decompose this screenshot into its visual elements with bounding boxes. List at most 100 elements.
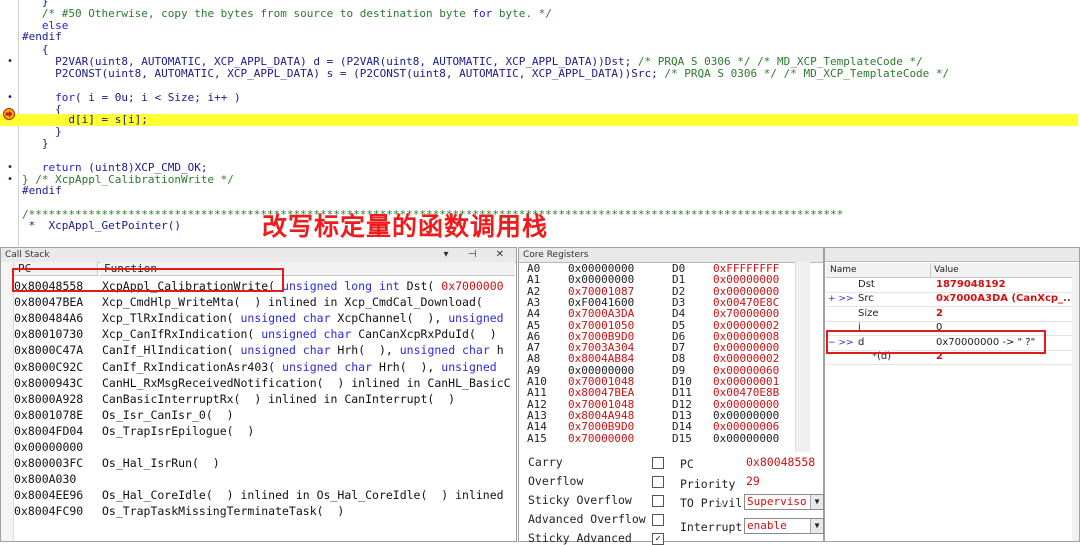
register-value[interactable]: 0x7000B9D0 (568, 421, 634, 432)
flag-checkbox[interactable]: ✓ (652, 533, 664, 545)
code-line[interactable]: P2CONST(uint8, AUTOMATIC, XCP_APPL_DATA)… (0, 68, 1078, 80)
register-value[interactable]: 0x70000000 (713, 308, 779, 319)
call-stack-row[interactable]: 0x80047BEA Xcp_CmdHlp_WriteMta( ) inlined… (14, 294, 514, 310)
call-stack-pc: 0x8000C92C (14, 359, 84, 374)
call-stack-row[interactable]: 0x8000C92C CanIf_RxIndicationAsr403( unsi… (14, 359, 514, 375)
call-stack-row[interactable]: 0x8004FD04 Os_TrapIsrEpilogue( ) (14, 423, 514, 439)
register-value[interactable]: 0x8004AB84 (568, 353, 634, 364)
call-stack-function: Xcp_CanIfRxIndication( unsigned char Can… (102, 327, 497, 342)
breakpoint-dot[interactable] (2, 31, 18, 43)
watch-row[interactable]: + >> Src 0x7000A3DA (CanXcp_... (826, 292, 1072, 308)
chevron-down-icon: ▼ (810, 519, 823, 533)
breakpoint-dot[interactable] (2, 68, 18, 80)
pc-value: 0x80048558 (746, 455, 816, 469)
code-line[interactable]: #endif (0, 185, 1078, 197)
expand-icon[interactable]: + >> (828, 292, 853, 306)
watch-row[interactable]: Size 2 (826, 307, 1072, 322)
call-stack-row[interactable]: 0x8000943C CanHL_RxMsgReceivedNotificatio… (14, 375, 514, 391)
breakpoint-dot[interactable] (2, 80, 18, 92)
call-stack-function: CanIf_RxIndicationAsr403( unsigned char … (102, 359, 497, 374)
call-stack-row[interactable]: 0x80010730 Xcp_CanIfRxIndication( unsigne… (14, 326, 514, 342)
registers-scrollbar[interactable] (795, 262, 810, 452)
register-value[interactable]: 0x80047BEA (568, 387, 634, 398)
call-stack-pc: 0x800484A6 (14, 311, 84, 326)
watch-column-name[interactable]: Name (830, 263, 857, 277)
code-line[interactable]: d[i] = s[i]; (0, 114, 1078, 126)
call-stack-row[interactable]: 0x8004FC90 Os_TrapTaskMissingTerminateTas… (14, 503, 514, 519)
flag-label: Carry (528, 455, 563, 469)
breakpoint-dot[interactable] (2, 220, 18, 232)
watermark-icon: ∞ (718, 498, 725, 511)
to-privilege-select[interactable]: Superviso ▼ (744, 494, 824, 510)
register-name: D1 (672, 273, 686, 287)
register-name: A4 (527, 307, 541, 321)
register-value[interactable]: 0x00000002 (713, 320, 779, 331)
interrupt-select[interactable]: enable ▼ (744, 518, 824, 534)
register-value[interactable]: 0x00000002 (713, 353, 779, 364)
register-value[interactable]: 0x00000000 (568, 274, 634, 285)
breakpoint-dot[interactable] (2, 126, 18, 138)
breakpoint-dot[interactable] (2, 150, 18, 162)
breakpoint-dot[interactable]: • (2, 56, 18, 68)
register-value[interactable]: 0x00470E8B (713, 387, 779, 398)
register-name: A15 (527, 431, 547, 445)
breakpoint-dot[interactable] (2, 185, 18, 197)
call-stack-pc: 0x8000A928 (14, 391, 84, 406)
code-line[interactable]: #endif (0, 31, 1078, 43)
register-value[interactable]: 0x70000000 (568, 433, 634, 444)
code-line[interactable]: /* #50 Otherwise, copy the bytes from so… (0, 8, 1078, 20)
call-stack-pc: 0x8004EE96 (14, 488, 84, 503)
register-name: D11 (672, 386, 692, 400)
breakpoint-dot[interactable] (2, 0, 18, 8)
watch-scrollbar[interactable] (1072, 263, 1079, 541)
register-value[interactable]: 0x00000006 (713, 421, 779, 432)
code-editor[interactable]: } /* #50 Otherwise, copy the bytes from … (0, 0, 1080, 246)
code-text: * XcpAppl_GetPointer() (22, 219, 181, 232)
call-stack-row[interactable]: 0x00000000 (14, 439, 514, 455)
watch-column-value[interactable]: Value (934, 263, 959, 277)
call-stack-row[interactable]: 0x800A030 (14, 471, 514, 487)
breakpoint-dot[interactable] (2, 44, 18, 56)
flag-checkbox[interactable] (652, 457, 664, 469)
register-name: A11 (527, 386, 547, 400)
call-stack-row[interactable]: 0x8000C47A CanIf_HlIndication( unsigned c… (14, 342, 514, 358)
code-text: P2CONST(uint8, AUTOMATIC, XCP_APPL_DATA)… (22, 67, 950, 80)
core-registers-title: Core Registers (523, 250, 589, 260)
breakpoint-dot[interactable] (2, 197, 18, 209)
call-stack-pc: 0x80047BEA (14, 295, 84, 310)
flag-checkbox[interactable] (652, 514, 664, 526)
call-stack-title: Call Stack (5, 250, 50, 260)
call-stack-pc: 0x8004FC90 (14, 504, 84, 519)
watch-name: Size (858, 307, 879, 319)
chevron-down-icon: ▼ (810, 495, 823, 509)
priority-value: 29 (746, 474, 760, 488)
call-stack-row[interactable]: 0x8001078E Os_Isr_CanIsr_0( ) (14, 407, 514, 423)
flag-checkbox[interactable] (652, 476, 664, 488)
watch-row[interactable]: Dst 1879048192 (826, 278, 1072, 293)
call-stack-row[interactable]: 0x8000A928 CanBasicInterruptRx( ) inlined… (14, 391, 514, 407)
breakpoint-dot[interactable] (2, 138, 18, 150)
breakpoint-dot[interactable] (2, 8, 18, 20)
breakpoint-dot[interactable]: • (2, 92, 18, 104)
call-stack-function: Xcp_TlRxIndication( unsigned char XcpCha… (102, 311, 504, 326)
code-line[interactable]: } (0, 138, 1078, 150)
call-stack-row[interactable]: 0x800003FC Os_Hal_IsrRun( ) (14, 455, 514, 471)
call-stack-titlebar: Call Stack ▾ ⊣ ✕ (1, 248, 516, 263)
breakpoint-dot[interactable]: • (2, 162, 18, 174)
call-stack-pc: 0x800A030 (14, 472, 77, 487)
register-name: A8 (527, 352, 541, 366)
register-name: A1 (527, 273, 541, 287)
flag-checkbox[interactable] (652, 495, 664, 507)
register-value[interactable]: 0x00000000 (713, 433, 779, 444)
call-stack-pc: 0x8000943C (14, 375, 84, 390)
register-value[interactable]: 0x70001050 (568, 320, 634, 331)
register-value[interactable]: 0x7000A3DA (568, 308, 634, 319)
code-line[interactable]: } (0, 126, 1078, 138)
call-stack-row[interactable]: 0x8004EE96 Os_Hal_CoreIdle( ) inlined in … (14, 487, 514, 503)
code-line[interactable]: • for( i = 0u; i < Size; i++ ) (0, 92, 1078, 104)
watch-value: 2 (936, 307, 943, 319)
call-stack-function: Os_TrapTaskMissingTerminateTask( ) (102, 504, 345, 519)
call-stack-row[interactable]: 0x800484A6 Xcp_TlRxIndication( unsigned c… (14, 310, 514, 326)
register-value[interactable]: 0x00000000 (713, 274, 779, 285)
call-stack-window-buttons[interactable]: ▾ ⊣ ✕ (444, 248, 512, 262)
